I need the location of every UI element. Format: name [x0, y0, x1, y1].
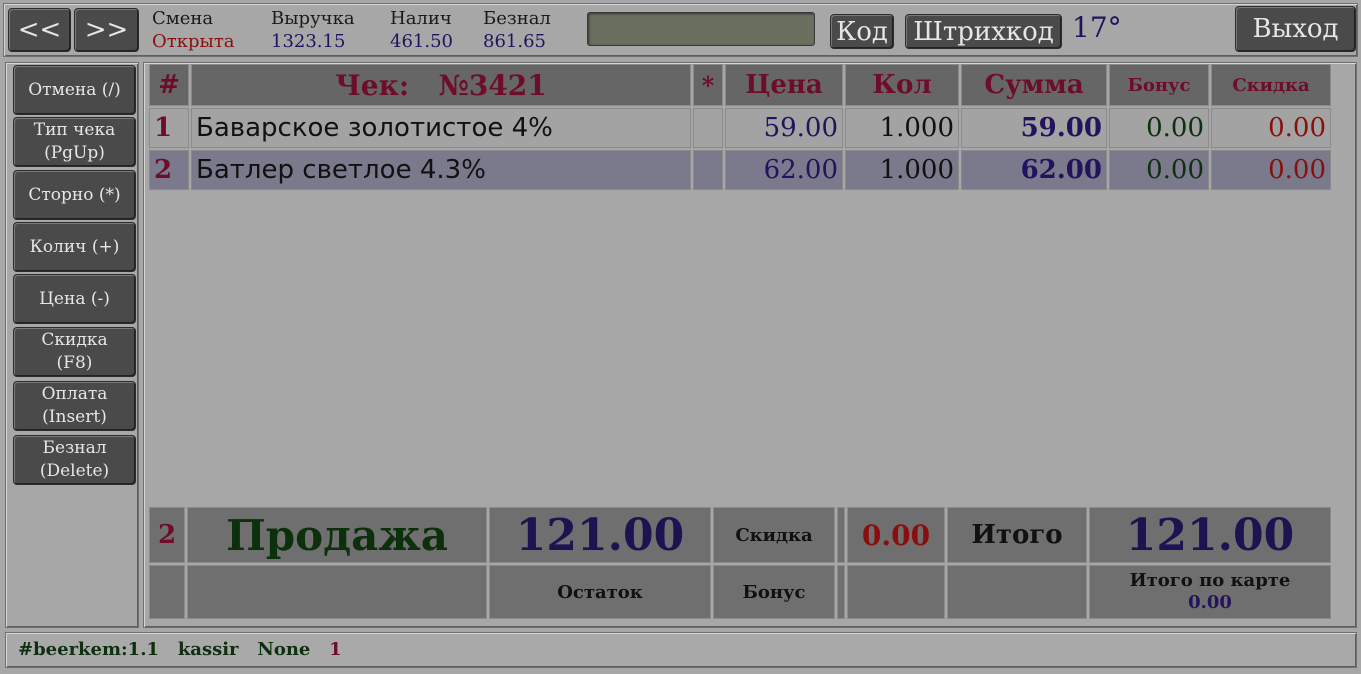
stat-cash-value: 461.50 — [390, 31, 453, 52]
summary-remainder-label: Остаток — [489, 565, 711, 619]
discount-button-shortcut: (F8) — [56, 353, 93, 373]
exit-button[interactable]: Выход — [1235, 6, 1356, 52]
row-name: Батлер светлое 4.3% — [191, 150, 691, 190]
row-sum: 62.00 — [961, 150, 1107, 190]
col-bonus: Бонус — [1109, 64, 1209, 106]
stat-shift: Смена Открыта — [152, 7, 235, 53]
barcode-button[interactable]: Штрихкод — [905, 14, 1062, 49]
check-number: №3421 — [438, 68, 547, 102]
back-button[interactable]: << — [8, 8, 71, 52]
stat-revenue-label: Выручка — [271, 8, 355, 29]
summary-card-total-value: 0.00 — [1188, 592, 1232, 613]
check-type-label: Тип чека — [33, 120, 116, 140]
summary-total-value: 121.00 — [1089, 507, 1331, 563]
stat-cashless-label: Безнал — [483, 8, 551, 29]
summary-spacer — [837, 565, 845, 619]
row-bonus: 0.00 — [1109, 108, 1209, 148]
summary-discount-value: 0.00 — [847, 507, 945, 563]
cashless-button-label: Безнал — [42, 438, 107, 458]
row-price: 62.00 — [725, 150, 843, 190]
col-num: # — [149, 64, 189, 106]
status-extra: None — [257, 639, 311, 660]
row-price: 59.00 — [725, 108, 843, 148]
summary-discount-label: Скидка — [713, 507, 835, 563]
stat-shift-label: Смена — [152, 8, 214, 29]
summary-empty-2 — [187, 565, 487, 619]
stat-revenue: Выручка 1323.15 — [271, 7, 355, 53]
table-row-selected[interactable]: 2 Батлер светлое 4.3% 62.00 1.000 62.00 … — [149, 150, 1331, 190]
check-type-button[interactable]: Тип чека (PgUp) — [13, 117, 136, 167]
status-bar: #beerkem:1.1 kassir None 1 — [5, 632, 1357, 668]
row-star — [693, 108, 723, 148]
summary-spacer — [837, 507, 845, 563]
col-price: Цена — [725, 64, 843, 106]
cancel-button-label: Отмена (/) — [28, 79, 121, 100]
check-label: Чек: — [335, 68, 410, 102]
row-discount: 0.00 — [1211, 150, 1331, 190]
summary-row-top: 2 Продажа 121.00 Скидка 0.00 Итого 121.0… — [149, 507, 1331, 563]
table-header: # Чек: №3421 * Цена Кол Сумма Бонус Скид… — [149, 64, 1331, 106]
table-row[interactable]: 1 Баварское золотистое 4% 59.00 1.000 59… — [149, 108, 1331, 148]
col-qty: Кол — [845, 64, 959, 106]
col-check: Чек: №3421 — [191, 64, 691, 106]
check-type-shortcut: (PgUp) — [44, 143, 105, 163]
stat-cashless: Безнал 861.65 — [483, 7, 551, 53]
row-sum: 59.00 — [961, 108, 1107, 148]
row-discount: 0.00 — [1211, 108, 1331, 148]
price-button-label: Цена (-) — [39, 288, 110, 309]
quantity-button[interactable]: Колич (+) — [13, 222, 136, 272]
summary-card-total: Итого по карте 0.00 — [1089, 565, 1331, 619]
summary-table: 2 Продажа 121.00 Скидка 0.00 Итого 121.0… — [147, 505, 1333, 621]
summary-card-total-label: Итого по карте — [1129, 570, 1291, 591]
status-terminal: #beerkem:1.1 — [18, 639, 159, 660]
stat-revenue-value: 1323.15 — [271, 31, 346, 52]
discount-button-label: Скидка — [41, 330, 108, 350]
col-discount: Скидка — [1211, 64, 1331, 106]
row-qty: 1.000 — [845, 108, 959, 148]
summary-row-bottom: Остаток Бонус Итого по карте 0.00 — [149, 565, 1331, 619]
status-counter: 1 — [329, 639, 342, 660]
summary-total-label: Итого — [947, 507, 1087, 563]
cashless-button[interactable]: Безнал (Delete) — [13, 435, 136, 485]
col-star: * — [693, 64, 723, 106]
stat-cash: Налич 461.50 — [390, 7, 453, 53]
cancel-button[interactable]: Отмена (/) — [13, 65, 136, 115]
col-sum: Сумма — [961, 64, 1107, 106]
payment-button-shortcut: (Insert) — [42, 407, 107, 427]
storno-button[interactable]: Сторно (*) — [13, 170, 136, 220]
summary-count: 2 — [149, 507, 185, 563]
row-bonus: 0.00 — [1109, 150, 1209, 190]
row-num: 2 — [149, 150, 189, 190]
summary-bonus-label: Бонус — [713, 565, 835, 619]
payment-button[interactable]: Оплата (Insert) — [13, 381, 136, 431]
summary-empty-1 — [149, 565, 185, 619]
row-qty: 1.000 — [845, 150, 959, 190]
cashless-button-shortcut: (Delete) — [39, 461, 110, 481]
price-button[interactable]: Цена (-) — [13, 274, 136, 324]
quantity-button-label: Колич (+) — [29, 236, 120, 257]
stat-shift-value: Открыта — [152, 31, 235, 52]
status-user: kassir — [177, 639, 239, 660]
receipt-table: # Чек: №3421 * Цена Кол Сумма Бонус Скид… — [147, 62, 1333, 192]
temperature-readout: 17° — [1072, 11, 1122, 44]
discount-button[interactable]: Скидка (F8) — [13, 327, 136, 377]
summary-amount: 121.00 — [489, 507, 711, 563]
summary-mode: Продажа — [187, 507, 487, 563]
stat-cash-label: Налич — [390, 8, 452, 29]
summary-empty-4 — [947, 565, 1087, 619]
row-name: Баварское золотистое 4% — [191, 108, 691, 148]
code-input[interactable] — [587, 12, 815, 46]
row-star — [693, 150, 723, 190]
code-button[interactable]: Код — [830, 14, 894, 49]
stat-cashless-value: 861.65 — [483, 31, 546, 52]
row-num: 1 — [149, 108, 189, 148]
forward-button[interactable]: >> — [74, 8, 139, 52]
payment-button-label: Оплата — [41, 384, 108, 404]
summary-empty-3 — [847, 565, 945, 619]
storno-button-label: Сторно (*) — [28, 184, 121, 205]
